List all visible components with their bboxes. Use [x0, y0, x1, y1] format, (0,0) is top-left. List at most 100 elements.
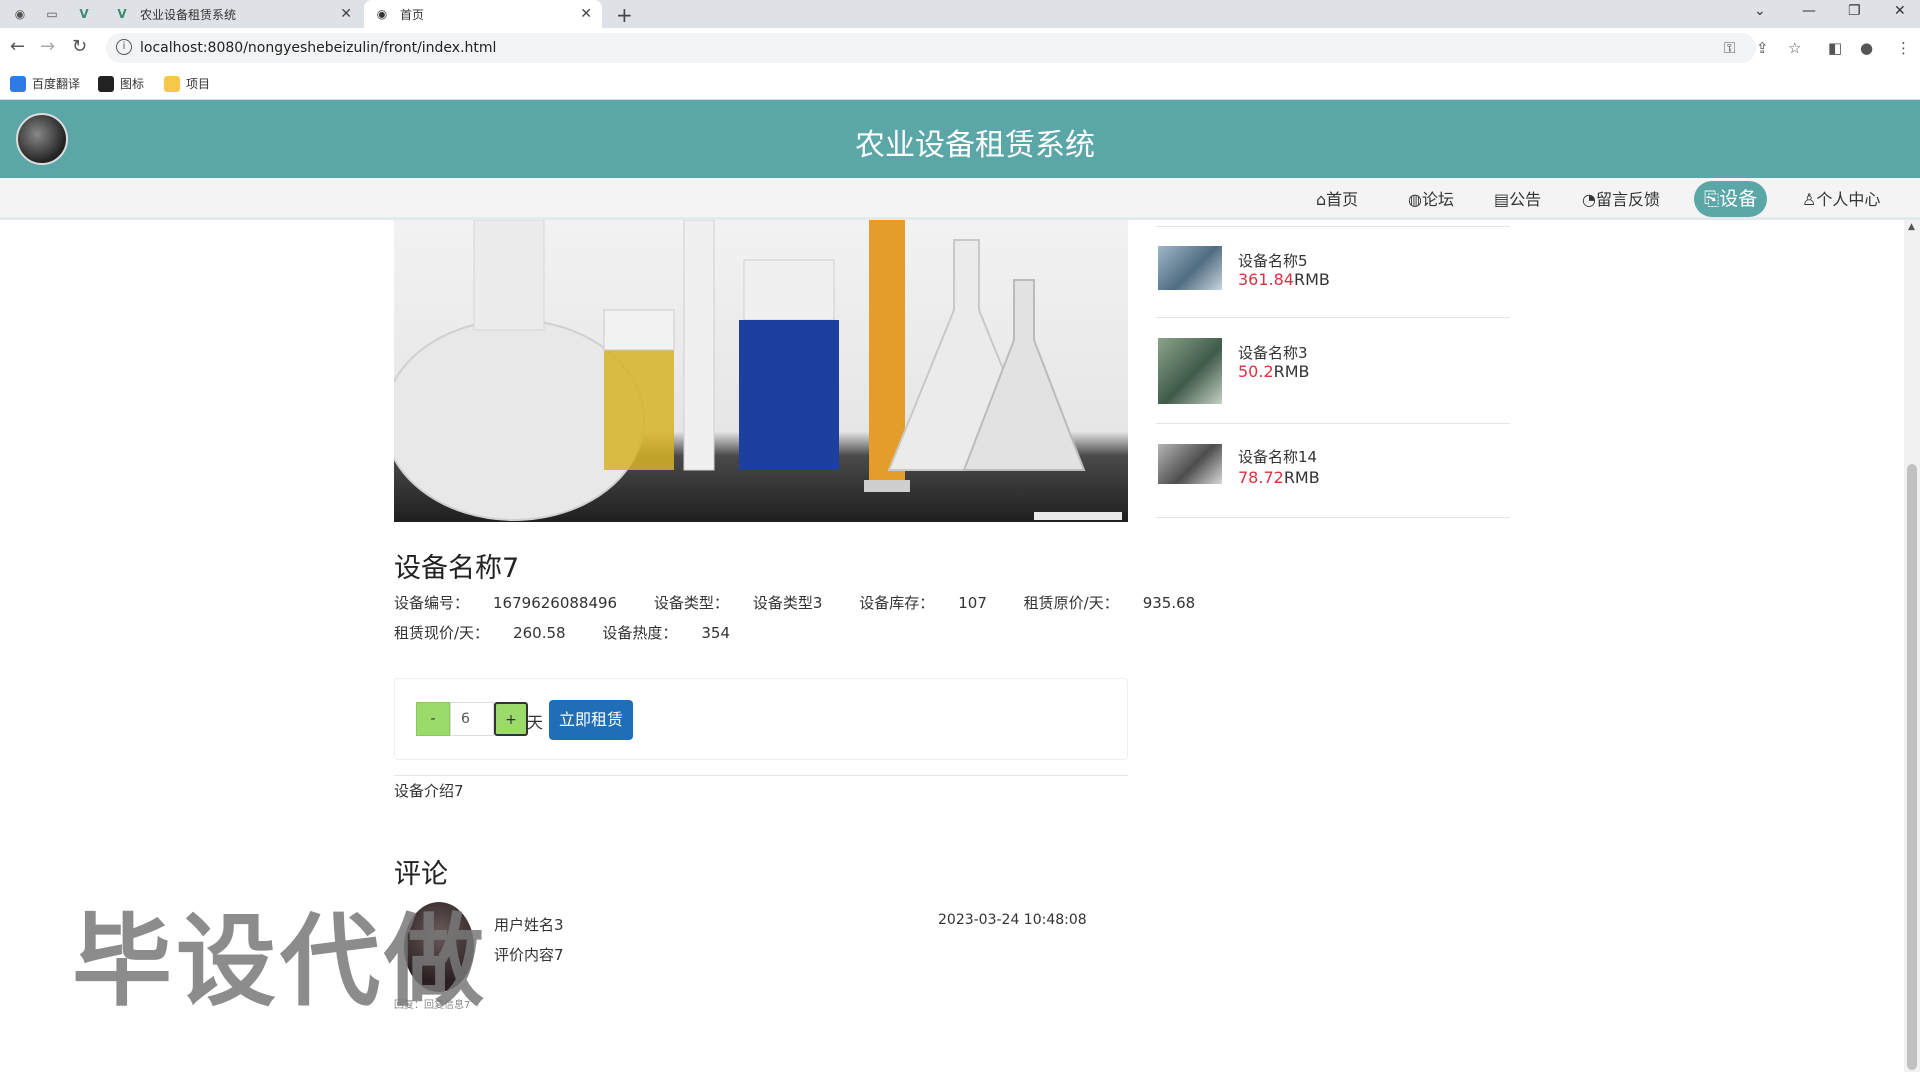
scrollbar[interactable]: ▲ [1904, 220, 1920, 1072]
attr-value: 1679626088496 [493, 594, 618, 612]
chevron-down-icon[interactable]: ⌄ [1754, 3, 1766, 19]
key-icon[interactable]: ⚿ [1724, 39, 1735, 57]
nav-item-notice[interactable]: ▤公告 [1484, 186, 1551, 214]
price-value: 50.2 [1238, 362, 1274, 381]
item-name[interactable]: 设备名称5 [1238, 250, 1308, 271]
scroll-thumb[interactable] [1907, 464, 1917, 1070]
blank-tab-icon[interactable]: ▭ [44, 6, 60, 22]
attr-value: 260.58 [513, 624, 566, 642]
url-field[interactable]: i localhost:8080/nongyeshebeizulin/front… [106, 33, 1756, 63]
watermark: 毕设代做 [72, 903, 488, 1020]
nav-item-equipment[interactable]: ⎘设备 [1694, 181, 1768, 217]
attr-original-price: 租赁原价/天： 935.68 [1024, 594, 1212, 612]
vue-logo-icon[interactable]: V [76, 6, 92, 22]
nav-label: 论坛 [1421, 190, 1454, 209]
attr-type: 设备类型： 设备类型3 [654, 594, 839, 612]
minimize-icon[interactable]: — [1802, 3, 1816, 19]
nav-label: 首页 [1326, 190, 1359, 209]
globe-icon[interactable]: ◉ [12, 6, 28, 22]
currency: RMB [1273, 362, 1310, 381]
sidebar-icon[interactable]: ◧ [1828, 39, 1842, 57]
item-name[interactable]: 设备名称14 [1238, 446, 1317, 467]
attr-label: 租赁原价/天： [1023, 594, 1119, 612]
close-icon[interactable]: ✕ [340, 6, 352, 22]
scroll-up-icon[interactable]: ▲ [1908, 222, 1915, 232]
restore-icon[interactable]: ❐ [1848, 3, 1861, 19]
nav-label: 留言反馈 [1595, 190, 1660, 209]
attr-code: 设备编号： 1679626088496 [394, 594, 633, 612]
currency: RMB [1293, 270, 1330, 289]
comment-user: 用户姓名3 [494, 916, 564, 934]
attr-value: 935.68 [1142, 594, 1196, 612]
item-price: 361.84RMB [1238, 270, 1330, 289]
nav-item-forum[interactable]: ◍论坛 [1398, 186, 1464, 214]
rent-panel: - 6 + 天 立即租赁 [394, 678, 1128, 760]
attr-label: 租赁现价/天： [394, 624, 490, 642]
address-bar: ← → ↻ i localhost:8080/nongyeshebeizulin… [0, 28, 1920, 68]
vue-logo-icon: V [117, 7, 127, 21]
share-icon[interactable]: ⇪ [1756, 39, 1769, 57]
nav-item-feedback[interactable]: ◔留言反馈 [1572, 186, 1670, 214]
equipment-thumbnail[interactable] [1158, 444, 1222, 484]
bookmark-label: 百度翻译 [32, 77, 81, 91]
site-nav: ⌂首页 ◍论坛 ▤公告 ◔留言反馈 ⎘设备 ♙个人中心 [0, 178, 1920, 220]
item-name[interactable]: 设备名称3 [1238, 342, 1308, 363]
item-price: 50.2RMB [1238, 362, 1310, 381]
attr-value: 354 [701, 624, 730, 642]
close-icon[interactable]: ✕ [580, 6, 592, 22]
folder-icon [164, 75, 180, 92]
tab-system[interactable]: V 农业设备租赁系统 ✕ [104, 0, 362, 28]
bookmark-icons[interactable]: 图标 [98, 75, 144, 92]
price-value: 78.72 [1238, 468, 1284, 487]
back-icon[interactable]: ← [10, 36, 25, 57]
item-price: 78.72RMB [1238, 468, 1320, 487]
profile-icon[interactable]: ● [1860, 39, 1873, 57]
product-image [394, 220, 1128, 522]
currency: RMB [1283, 468, 1320, 487]
nav-item-profile[interactable]: ♙个人中心 [1792, 186, 1890, 214]
feedback-icon: ◔ [1582, 190, 1596, 209]
url-text[interactable]: localhost:8080/nongyeshebeizulin/front/i… [140, 40, 496, 56]
rent-now-button[interactable]: 立即租赁 [549, 700, 633, 740]
equipment-thumbnail[interactable] [1158, 338, 1222, 404]
attr-label: 设备库存： [859, 594, 935, 612]
increase-days-button[interactable]: + [494, 702, 528, 736]
lab-glassware-illustration [394, 220, 1122, 521]
product-intro: 设备介绍7 [394, 782, 464, 800]
nav-label: 个人中心 [1816, 190, 1881, 209]
attr-label: 设备类型： [653, 594, 729, 612]
home-icon: ⌂ [1316, 190, 1327, 209]
star-icon[interactable]: ☆ [1788, 39, 1801, 57]
comment-content: 评价内容7 [494, 946, 564, 964]
nav-item-home[interactable]: ⌂首页 [1306, 186, 1368, 214]
decrease-days-button[interactable]: - [416, 702, 450, 736]
list-item[interactable]: 设备名称3 50.2RMB [1156, 318, 1510, 424]
browser-tab-bar: ◉ ▭ V V 农业设备租赁系统 ✕ ◉ 首页 ✕ + ⌄ — ❐ ✕ [0, 0, 1920, 28]
product-attrs-line1: 设备编号： 1679626088496 设备类型： 设备类型3 设备库存： 107 租… [394, 592, 1227, 613]
price-value: 361.84 [1238, 270, 1294, 289]
bookmark-project[interactable]: 项目 [164, 75, 210, 92]
menu-icon[interactable]: ⋮ [1896, 39, 1911, 57]
list-item[interactable]: 设备名称14 78.72RMB [1156, 424, 1510, 518]
bookmarks-bar: 百度翻译 图标 项目 [0, 68, 1920, 100]
user-icon: ♙ [1802, 190, 1817, 209]
tab-home[interactable]: ◉ 首页 ✕ [364, 0, 602, 28]
equipment-thumbnail[interactable] [1158, 246, 1222, 290]
equipment-icon: ⎘ [1704, 188, 1720, 210]
globe-icon: ◉ [376, 7, 388, 21]
product-attrs-line2: 租赁现价/天： 260.58 设备热度： 354 [394, 622, 762, 643]
bookmark-baidu-translate[interactable]: 百度翻译 [10, 75, 80, 92]
close-window-icon[interactable]: ✕ [1894, 3, 1906, 19]
attr-label: 设备热度： [602, 624, 678, 642]
attr-stock: 设备库存： 107 [859, 594, 1003, 612]
attr-label: 设备编号： [394, 594, 470, 612]
list-item[interactable]: 设备名称5 361.84RMB [1156, 226, 1510, 318]
reload-icon[interactable]: ↻ [72, 36, 87, 57]
nav-label: 公告 [1509, 190, 1542, 209]
new-tab-icon[interactable]: + [616, 3, 633, 27]
days-input[interactable]: 6 [450, 702, 494, 736]
image-icon [98, 75, 114, 92]
info-icon[interactable]: i [116, 39, 132, 55]
forward-icon[interactable]: → [40, 36, 55, 57]
attr-popularity: 设备热度： 354 [602, 624, 746, 642]
